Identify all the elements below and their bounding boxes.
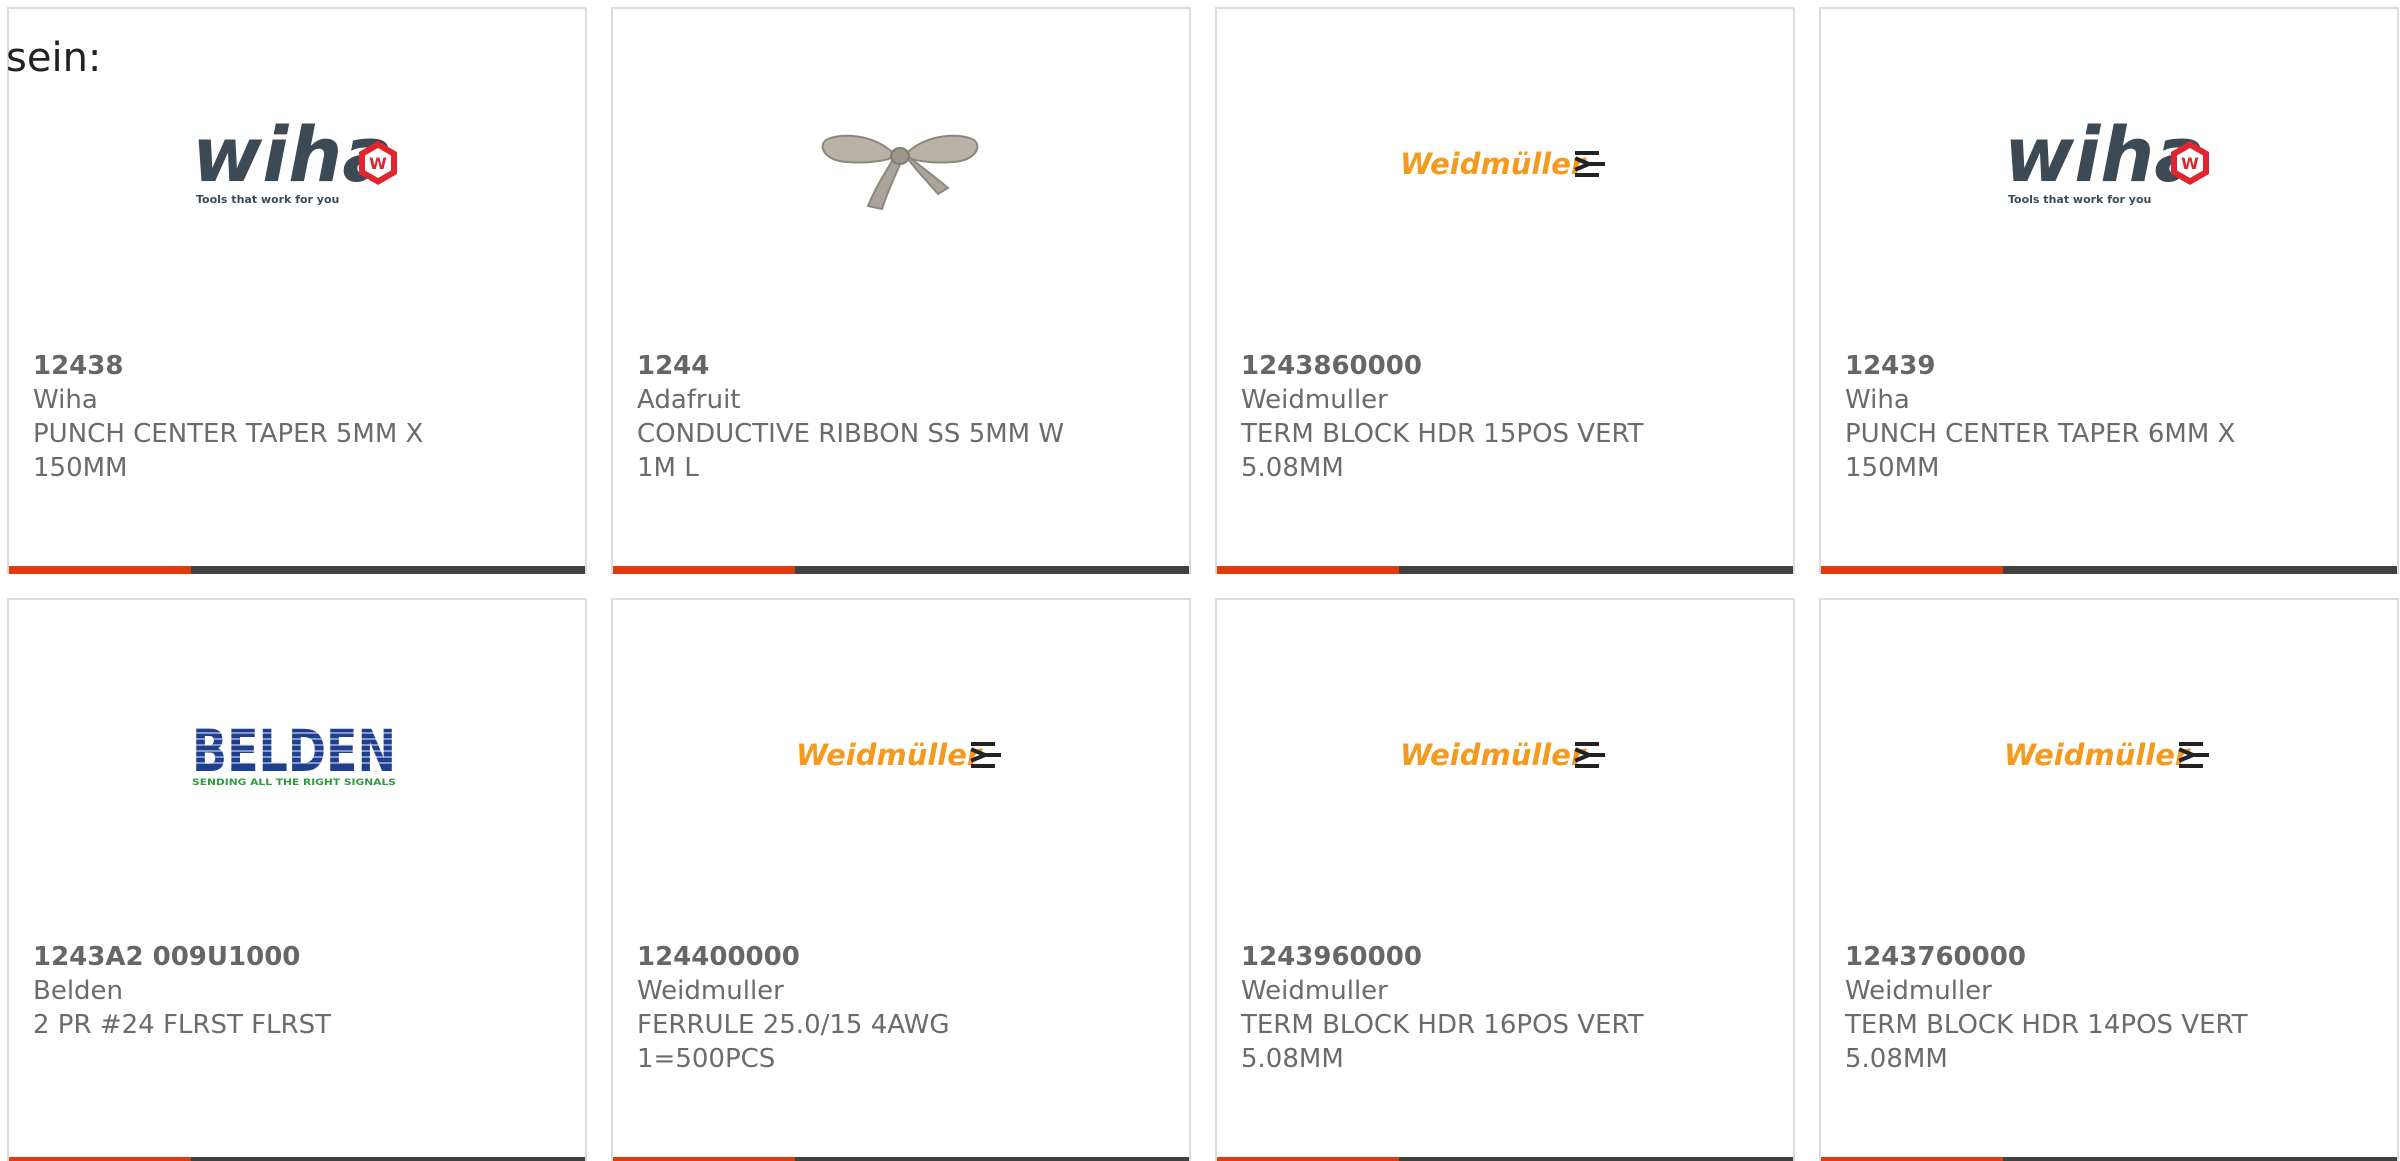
part-number[interactable]: 1243760000	[1845, 940, 2373, 974]
product-info: 1243760000 Weidmuller TERM BLOCK HDR 14P…	[1845, 940, 2373, 1076]
product-description-line1: TERM BLOCK HDR 16POS VERT	[1241, 1010, 1644, 1040]
product-description-line2: 150MM	[33, 453, 128, 483]
manufacturer-logo: BELDEN SENDING ALL THE RIGHT SIGNALS	[9, 600, 585, 940]
manufacturer-name: Weidmuller	[1241, 976, 1388, 1006]
product-card[interactable]: BELDEN SENDING ALL THE RIGHT SIGNALS 124…	[7, 598, 587, 1161]
svg-text:W: W	[369, 154, 387, 173]
manufacturer-name: Weidmuller	[1241, 385, 1388, 415]
card-footer-bar	[1217, 566, 1793, 574]
product-info: 12438 Wiha PUNCH CENTER TAPER 5MM X 150M…	[33, 349, 561, 485]
manufacturer-name: Belden	[33, 976, 124, 1006]
product-results-page: sein: wiha W Tools that work for you 124…	[0, 0, 2400, 1161]
part-number[interactable]: 1243960000	[1241, 940, 1769, 974]
part-number[interactable]: 12438	[33, 349, 561, 383]
weidmuller-logo: Weidmüller	[1400, 730, 1610, 784]
card-footer-bar	[1821, 566, 2397, 574]
product-info: 1244 Adafruit CONDUCTIVE RIBBON SS 5MM W…	[637, 349, 1165, 485]
svg-text:Weidmüller: Weidmüller	[1400, 147, 1587, 181]
weidmuller-logo: Weidmüller	[796, 730, 1006, 784]
weidmuller-logo: Weidmüller	[2004, 730, 2214, 784]
product-description-line1: PUNCH CENTER TAPER 6MM X	[1845, 419, 2236, 449]
product-image	[613, 9, 1189, 349]
belden-logo: BELDEN SENDING ALL THE RIGHT SIGNALS	[192, 717, 402, 795]
product-description-line2: 5.08MM	[1241, 1044, 1344, 1074]
svg-text:Tools that work for you: Tools that work for you	[2008, 193, 2151, 206]
part-number[interactable]: 12439	[1845, 349, 2373, 383]
card-accent-bar	[613, 566, 795, 574]
product-info: 1243A2 009U1000 Belden 2 PR #24 FLRST FL…	[33, 940, 561, 1042]
product-card[interactable]: Weidmüller 1243960000 Weidmuller TERM BL…	[1215, 598, 1795, 1161]
manufacturer-logo: Weidmüller	[1217, 600, 1793, 940]
part-number[interactable]: 1244	[637, 349, 1165, 383]
svg-text:Weidmüller: Weidmüller	[1400, 738, 1587, 772]
product-card[interactable]: Weidmüller 1243760000 Weidmuller TERM BL…	[1819, 598, 2399, 1161]
product-description-line2: 1M L	[637, 453, 699, 483]
card-accent-bar	[1217, 1157, 1399, 1161]
product-info: 124400000 Weidmuller FERRULE 25.0/15 4AW…	[637, 940, 1165, 1076]
product-info: 1243860000 Weidmuller TERM BLOCK HDR 15P…	[1241, 349, 1769, 485]
manufacturer-logo: Weidmüller	[1821, 600, 2397, 940]
product-description-line2: 150MM	[1845, 453, 1940, 483]
svg-text:Weidmüller: Weidmüller	[796, 738, 983, 772]
manufacturer-name: Wiha	[33, 385, 98, 415]
product-description-line1: TERM BLOCK HDR 15POS VERT	[1241, 419, 1644, 449]
wiha-logo: wiha W Tools that work for you	[192, 110, 402, 213]
manufacturer-name: Adafruit	[637, 385, 741, 415]
weidmuller-logo: Weidmüller	[1400, 139, 1610, 193]
card-footer-bar	[1821, 1157, 2397, 1161]
wiha-logo: wiha W Tools that work for you	[2004, 110, 2214, 213]
product-description-line2: 5.08MM	[1241, 453, 1344, 483]
card-footer-bar	[1217, 1157, 1793, 1161]
product-description-line1: CONDUCTIVE RIBBON SS 5MM W	[637, 419, 1065, 449]
product-card[interactable]: 1244 Adafruit CONDUCTIVE RIBBON SS 5MM W…	[611, 7, 1191, 574]
svg-text:W: W	[2181, 154, 2199, 173]
manufacturer-logo: wiha W Tools that work for you	[1821, 9, 2397, 349]
svg-text:BELDEN: BELDEN	[192, 719, 396, 785]
manufacturer-name: Weidmuller	[637, 976, 784, 1006]
card-footer-bar	[9, 566, 585, 574]
card-accent-bar	[1821, 1157, 2003, 1161]
product-description-line1: TERM BLOCK HDR 14POS VERT	[1845, 1010, 2248, 1040]
svg-text:SENDING ALL THE RIGHT SIGNALS: SENDING ALL THE RIGHT SIGNALS	[192, 778, 396, 788]
part-number[interactable]: 1243860000	[1241, 349, 1769, 383]
manufacturer-logo: Weidmüller	[1217, 9, 1793, 349]
ribbon-image	[816, 114, 986, 218]
card-accent-bar	[9, 1157, 191, 1161]
product-description-line2: 5.08MM	[1845, 1044, 1948, 1074]
product-card[interactable]: Weidmüller 1243860000 Weidmuller TERM BL…	[1215, 7, 1795, 574]
card-accent-bar	[1821, 566, 2003, 574]
product-description-line1: 2 PR #24 FLRST FLRST	[33, 1010, 331, 1040]
card-footer-bar	[613, 1157, 1189, 1161]
part-number[interactable]: 1243A2 009U1000	[33, 940, 561, 974]
product-description-line1: PUNCH CENTER TAPER 5MM X	[33, 419, 424, 449]
card-footer-bar	[9, 1157, 585, 1161]
product-card[interactable]: wiha W Tools that work for you 12438 Wih…	[7, 7, 587, 574]
top-label: sein:	[6, 35, 102, 81]
card-accent-bar	[1217, 566, 1399, 574]
card-accent-bar	[9, 566, 191, 574]
product-info: 12439 Wiha PUNCH CENTER TAPER 6MM X 150M…	[1845, 349, 2373, 485]
manufacturer-name: Wiha	[1845, 385, 1910, 415]
manufacturer-logo: Weidmüller	[613, 600, 1189, 940]
svg-text:Tools that work for you: Tools that work for you	[196, 193, 339, 206]
product-info: 1243960000 Weidmuller TERM BLOCK HDR 16P…	[1241, 940, 1769, 1076]
product-card[interactable]: Weidmüller 124400000 Weidmuller FERRULE …	[611, 598, 1191, 1161]
manufacturer-name: Weidmuller	[1845, 976, 1992, 1006]
svg-text:Weidmüller: Weidmüller	[2004, 738, 2191, 772]
product-card[interactable]: wiha W Tools that work for you 12439 Wih…	[1819, 7, 2399, 574]
part-number[interactable]: 124400000	[637, 940, 1165, 974]
product-description-line1: FERRULE 25.0/15 4AWG	[637, 1010, 950, 1040]
product-grid: wiha W Tools that work for you 12438 Wih…	[7, 7, 2400, 1161]
card-accent-bar	[613, 1157, 795, 1161]
product-description-line2: 1=500PCS	[637, 1044, 776, 1074]
card-footer-bar	[613, 566, 1189, 574]
